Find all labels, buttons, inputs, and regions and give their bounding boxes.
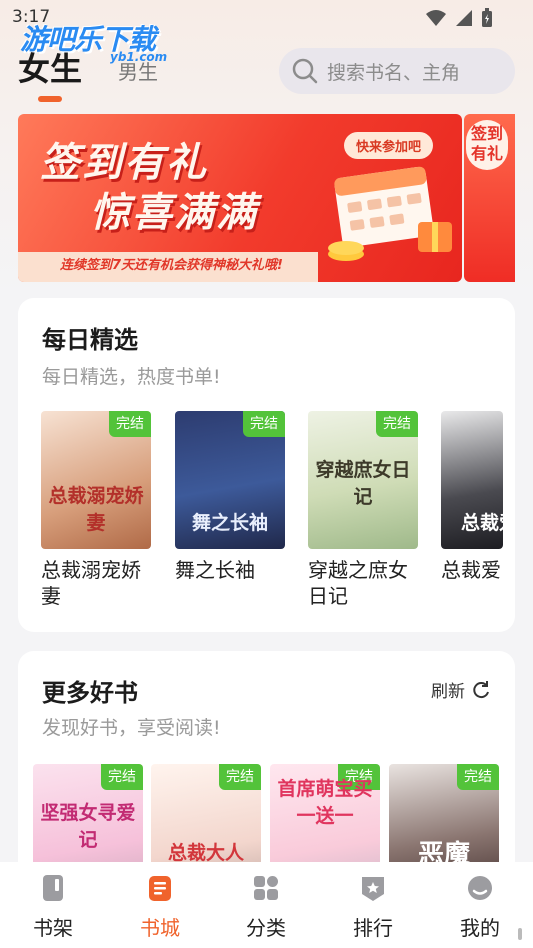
profile-icon <box>468 876 492 900</box>
nav-label: 排行 <box>353 916 393 940</box>
nav-bookshelf[interactable]: 书架 <box>13 874 93 941</box>
daily-title: 每日精选 <box>42 326 138 354</box>
refresh-button[interactable]: 刷新 <box>431 677 491 702</box>
cover-title: 穿越庶女日记 <box>315 459 411 508</box>
nav-label: 书架 <box>33 916 73 940</box>
complete-badge: 完结 <box>219 764 261 790</box>
cover-title: 总裁大人 <box>167 842 244 864</box>
banner-side-label-2: 有礼 <box>470 144 503 163</box>
calendar-gift-illustration <box>328 166 452 261</box>
daily-picks-card: 每日精选 每日精选，热度书单! 完结 总裁溺宠娇妻 总裁溺宠娇妻 完结 舞之长袖… <box>18 298 515 632</box>
cover-title: 总裁爱 <box>461 512 503 534</box>
banner-side-label: 签到 有礼 <box>466 120 508 170</box>
daily-subtitle: 每日精选，热度书单! <box>42 366 221 388</box>
gesture-handle <box>518 928 522 940</box>
book-cover: 完结 穿越庶女日记 <box>308 411 418 549</box>
more-books-card: 更多好书 发现好书，享受阅读! 刷新 完结 坚强女寻爱记 完结 总裁大人 完结 … <box>18 651 515 881</box>
book-item[interactable]: 完结 穿越庶女日记 穿越之庶女日记 <box>308 411 420 609</box>
category-icon <box>254 876 278 900</box>
book-cover: 完结 舞之长袖 <box>175 411 285 549</box>
complete-badge: 完结 <box>243 411 285 437</box>
complete-badge: 完结 <box>457 764 499 790</box>
search-icon <box>292 58 318 84</box>
bottom-nav: 书架 书城 分类 排行 我的 <box>0 862 533 948</box>
search-bar[interactable]: 搜索书名、主角 <box>279 48 515 94</box>
battery-icon <box>482 8 492 27</box>
bookshelf-icon <box>43 875 63 901</box>
book-cover: 完结 总裁溺宠娇妻 <box>41 411 151 549</box>
book-item[interactable]: 完结 总裁溺宠娇妻 总裁溺宠娇妻 <box>41 411 153 609</box>
checkin-banner[interactable]: 签到有礼 惊喜满满 快来参加吧 连续签到7天还有机会获得神秘大礼哦! <box>18 114 462 282</box>
cover-title: 坚强女寻爱记 <box>40 802 136 851</box>
book-cover: 总裁爱 <box>441 411 503 549</box>
book-item[interactable]: 总裁爱 总裁爱 <box>441 411 503 583</box>
refresh-label: 刷新 <box>431 682 465 702</box>
cover-title: 舞之长袖 <box>191 512 268 534</box>
more-title: 更多好书 <box>42 679 138 707</box>
complete-badge: 完结 <box>109 411 151 437</box>
banner-side-label-1: 签到 <box>470 124 503 143</box>
nav-category[interactable]: 分类 <box>226 874 306 941</box>
nav-ranking[interactable]: 排行 <box>333 874 413 941</box>
cover-title: 总裁溺宠娇妻 <box>48 485 144 534</box>
status-icons <box>425 8 493 28</box>
refresh-icon <box>473 680 489 698</box>
nav-label: 我的 <box>460 916 500 940</box>
banner-line2: 惊喜满满 <box>90 190 258 236</box>
wifi-icon <box>426 10 446 26</box>
banner-subtitle: 连续签到7天还有机会获得神秘大礼哦! <box>18 252 318 282</box>
nav-label: 分类 <box>246 916 286 940</box>
signal-icon <box>456 10 472 26</box>
nav-label: 书城 <box>140 916 180 940</box>
checkin-banner-next[interactable]: 签到 有礼 <box>464 114 515 282</box>
complete-badge: 完结 <box>376 411 418 437</box>
tab-active-indicator <box>38 96 62 102</box>
tab-male[interactable]: 男生 <box>118 56 158 85</box>
ranking-icon <box>362 877 384 901</box>
complete-badge: 完结 <box>101 764 143 790</box>
book-name: 总裁溺宠娇妻 <box>41 558 141 608</box>
search-placeholder: 搜索书名、主角 <box>327 61 461 84</box>
more-subtitle: 发现好书，享受阅读! <box>42 717 221 739</box>
book-name: 穿越之庶女日记 <box>308 558 408 608</box>
cover-title: 首席萌宝买一送一 <box>277 778 373 827</box>
nav-profile[interactable]: 我的 <box>440 874 520 941</box>
bookstore-icon <box>149 876 171 901</box>
nav-bookstore[interactable]: 书城 <box>120 874 200 941</box>
banner-join-pill[interactable]: 快来参加吧 <box>344 132 434 159</box>
book-item[interactable]: 完结 舞之长袖 舞之长袖 <box>175 411 287 583</box>
book-name: 总裁爱 <box>441 558 501 582</box>
book-name: 舞之长袖 <box>175 558 255 582</box>
tab-female[interactable]: 女生 <box>18 44 82 90</box>
